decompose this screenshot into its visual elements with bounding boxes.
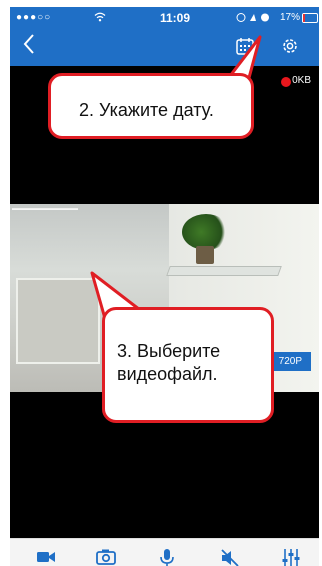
speaker-muted-icon[interactable] — [220, 548, 239, 566]
phone-screen: ●●●○○ 11:09 17% 0KB ▬▬▬▬▬▬▬▬▬▬▬ 720P 2. … — [10, 7, 319, 566]
status-bar: ●●●○○ 11:09 17% — [10, 7, 319, 29]
bottom-toolbar — [10, 538, 319, 566]
wifi-icon — [94, 11, 106, 25]
battery-icon — [302, 13, 318, 23]
location-alarm-icon — [236, 12, 276, 26]
video-timestamp-overlay: ▬▬▬▬▬▬▬▬▬▬▬ — [12, 206, 78, 212]
chevron-left-icon[interactable] — [22, 33, 36, 62]
microphone-icon[interactable] — [158, 548, 176, 566]
video-camera-icon[interactable] — [36, 548, 55, 566]
resolution-button[interactable]: 720P — [269, 352, 311, 371]
status-time: 11:09 — [160, 11, 191, 25]
plant-pot-image — [196, 246, 214, 264]
recording-indicator — [281, 77, 291, 87]
callout-date-text: 2. Укажите дату. — [79, 100, 214, 120]
callout-file-text-line1: 3. Выберите — [117, 341, 221, 361]
signal-strength: ●●●○○ — [16, 12, 52, 23]
nav-bar — [10, 29, 319, 66]
callout-date: 2. Укажите дату. — [48, 73, 254, 139]
plant-image — [182, 214, 230, 250]
callout-file: 3. Выберите видеофайл. — [102, 307, 274, 423]
gear-icon[interactable] — [280, 36, 300, 56]
recording-size: 0KB — [292, 75, 311, 86]
battery-percent: 17% — [280, 12, 301, 23]
glass-shelf-image — [166, 266, 282, 276]
equalizer-icon[interactable] — [282, 548, 300, 566]
callout-file-text-line2: видеофайл. — [117, 364, 218, 384]
camera-icon[interactable] — [96, 548, 116, 566]
